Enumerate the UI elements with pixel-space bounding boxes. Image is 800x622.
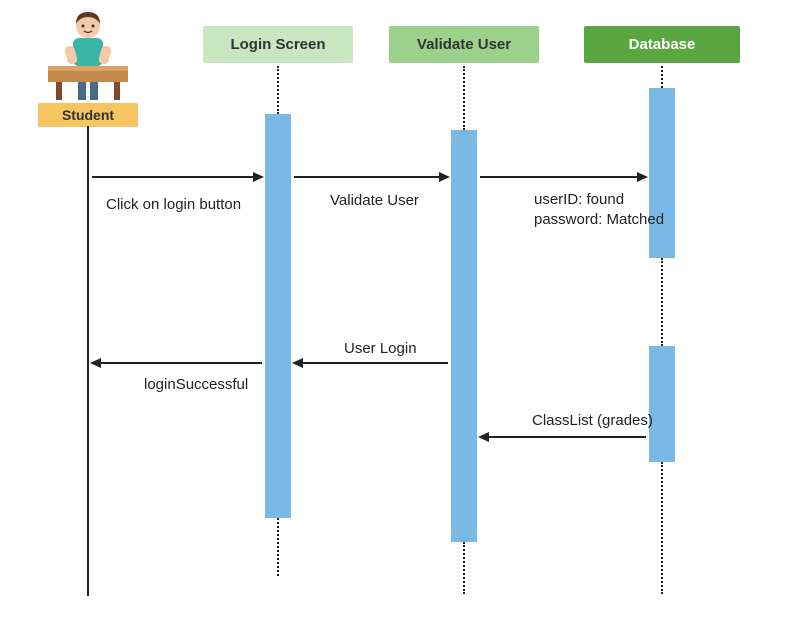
arrow-classlist [480,436,646,438]
student-icon [38,8,138,103]
participant-login-screen: Login Screen [203,26,353,63]
lifeline-student [87,126,89,596]
label-click-login: Click on login button [106,196,241,213]
lifeline-validate-2 [463,542,465,594]
lifeline-login [277,66,279,114]
arrow-login-successful [92,362,262,364]
label-login-successful: loginSuccessful [144,376,248,393]
activation-validate [451,130,477,542]
label-user-login: User Login [344,340,417,357]
lifeline-db-2 [661,258,663,346]
lifeline-db-3 [661,462,663,594]
activation-db-2 [649,346,675,462]
lifeline-login-2 [277,518,279,576]
label-userid-password: userID: found password: Matched [534,190,664,231]
participant-validate-user: Validate User [389,26,539,63]
arrow-click-login [92,176,262,178]
lifeline-db [661,66,663,88]
arrow-user-login [294,362,448,364]
arrow-validate-user [294,176,448,178]
arrow-userid-password [480,176,646,178]
label-validate-user: Validate User [330,192,419,209]
actor-label: Student [38,103,138,127]
participant-database: Database [584,26,740,63]
lifeline-validate [463,66,465,130]
sequence-diagram: Student Login Screen Validate User Datab… [0,0,800,622]
activation-db-1 [649,88,675,258]
label-classlist: ClassList (grades) [532,412,653,429]
activation-login [265,114,291,518]
actor-student [38,8,138,103]
